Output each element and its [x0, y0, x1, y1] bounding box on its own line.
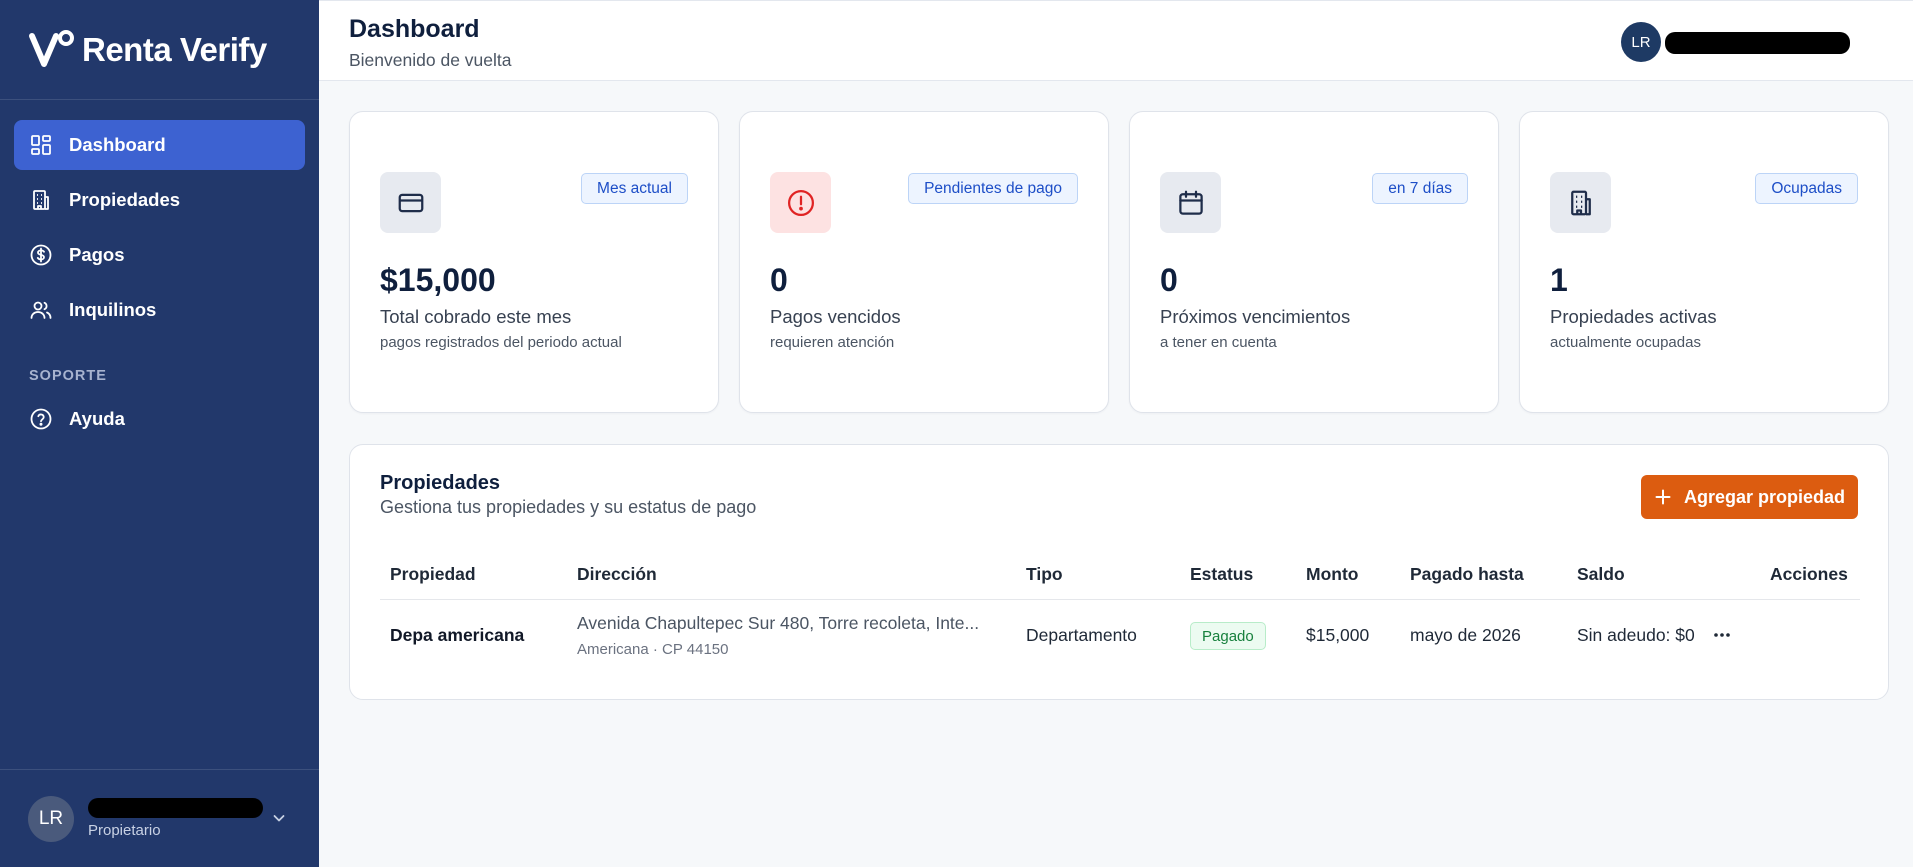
card-icon-box [380, 172, 441, 233]
column-header-estatus[interactable]: Estatus [1190, 564, 1253, 585]
card-value: 0 [1160, 262, 1178, 298]
chevron-down-icon[interactable] [271, 810, 287, 826]
sidebar-section-label: SOPORTE [29, 368, 107, 384]
brand-logo-icon [29, 29, 74, 67]
cell-balance: Sin adeudo: $0 [1577, 625, 1695, 645]
panel-subtitle: Gestiona tus propiedades y su estatus de… [380, 497, 757, 517]
address-line-2: Americana · CP 44150 [577, 641, 729, 658]
card-note: requieren atención [770, 334, 895, 351]
top-header: Dashboard Bienvenido de vuelta LR [319, 0, 1913, 81]
card-label: Pagos vencidos [770, 306, 901, 327]
card-icon-box [1160, 172, 1221, 233]
plus-icon [1655, 489, 1671, 505]
user-role: Propietario [88, 822, 161, 839]
sidebar-item-pagos[interactable]: Pagos [14, 230, 305, 280]
sidebar-user-menu[interactable]: LR Propietario [0, 769, 319, 867]
table-header-divider [380, 599, 1860, 600]
card-badge: Pendientes de pago [908, 173, 1078, 204]
sidebar-item-label: Propiedades [69, 189, 181, 210]
help-icon [30, 408, 52, 430]
header-user-name-redacted[interactable] [1665, 32, 1850, 54]
cell-paid-until: mayo de 2026 [1410, 625, 1521, 645]
card-note: a tener en cuenta [1160, 334, 1277, 351]
sidebar-item-inquilinos[interactable]: Inquilinos [14, 285, 305, 335]
column-header-propiedad[interactable]: Propiedad [390, 564, 476, 585]
card-badge: Ocupadas [1755, 173, 1858, 204]
sidebar-item-ayuda[interactable]: Ayuda [14, 394, 305, 444]
sidebar-item-dashboard[interactable]: Dashboard [14, 120, 305, 170]
column-header-saldo[interactable]: Saldo [1577, 564, 1625, 585]
building-icon [33, 190, 49, 210]
user-name-redacted [88, 798, 263, 818]
card-badge: Mes actual [581, 173, 688, 204]
sidebar-user-info: Propietario [88, 798, 263, 839]
building-icon [1570, 190, 1591, 215]
card-value: $15,000 [380, 262, 496, 298]
card-icon-box [770, 172, 831, 233]
card-value: 0 [770, 262, 788, 298]
sidebar-item-propiedades[interactable]: Propiedades [14, 175, 305, 225]
sidebar-item-label: Inquilinos [69, 299, 157, 320]
cell-amount: $15,000 [1306, 625, 1370, 645]
add-property-label: Agregar propiedad [1683, 486, 1846, 507]
sidebar-item-label: Ayuda [69, 408, 125, 429]
column-header-direccion[interactable]: Dirección [577, 564, 657, 585]
page-subtitle: Bienvenido de vuelta [349, 50, 512, 70]
address-line-1: Avenida Chapultepec Sur 480, Torre recol… [577, 613, 980, 633]
cell-property-name[interactable]: Depa americana [390, 625, 524, 646]
stat-card-proximos-vencimientos: en 7 días 0 Próximos vencimientos a tene… [1129, 111, 1499, 413]
sidebar-item-label: Dashboard [69, 134, 166, 155]
avatar: LR [28, 795, 74, 842]
card-note: pagos registrados del periodo actual [380, 334, 622, 351]
status-badge: Pagado [1190, 622, 1266, 650]
calendar-icon [1178, 190, 1203, 215]
card-label: Próximos vencimientos [1160, 306, 1351, 327]
card-badge: en 7 días [1372, 173, 1468, 204]
column-header-pagado-hasta[interactable]: Pagado hasta [1410, 564, 1524, 585]
sidebar-nav: Dashboard Propiedades Pagos Inquilinos S… [0, 100, 319, 444]
properties-panel: Propiedades Gestiona tus propiedades y s… [349, 444, 1889, 700]
alert-circle-icon [787, 189, 814, 216]
brand-name: Renta Verify [82, 30, 267, 68]
more-horizontal-icon [1714, 633, 1730, 637]
stat-card-propiedades-activas: Ocupadas 1 Propiedades activas actualmen… [1519, 111, 1889, 413]
page-title: Dashboard [349, 15, 480, 43]
card-value: 1 [1550, 262, 1568, 298]
stat-card-total-cobrado: Mes actual $15,000 Total cobrado este me… [349, 111, 719, 413]
credit-card-icon [398, 193, 423, 212]
users-icon [30, 301, 52, 319]
sidebar-item-label: Pagos [69, 244, 125, 265]
card-label: Total cobrado este mes [380, 306, 572, 327]
dollar-icon [30, 244, 52, 266]
dashboard-icon [31, 135, 51, 155]
header-avatar[interactable]: LR [1621, 22, 1661, 62]
sidebar: Renta Verify Dashboard Propiedades Pagos [0, 0, 319, 867]
column-header-tipo[interactable]: Tipo [1026, 564, 1063, 585]
brand[interactable]: Renta Verify [0, 0, 319, 100]
cell-address: Avenida Chapultepec Sur 480, Torre recol… [577, 613, 1007, 658]
add-property-button[interactable]: Agregar propiedad [1641, 475, 1858, 519]
row-actions-button[interactable] [1707, 623, 1737, 647]
cell-type: Departamento [1026, 625, 1137, 645]
column-header-acciones: Acciones [1770, 564, 1848, 584]
stat-card-pagos-vencidos: Pendientes de pago 0 Pagos vencidos requ… [739, 111, 1109, 413]
card-note: actualmente ocupadas [1550, 334, 1701, 351]
card-label: Propiedades activas [1550, 306, 1717, 327]
panel-title: Propiedades [380, 472, 501, 494]
column-header-monto[interactable]: Monto [1306, 564, 1358, 585]
card-icon-box [1550, 172, 1611, 233]
